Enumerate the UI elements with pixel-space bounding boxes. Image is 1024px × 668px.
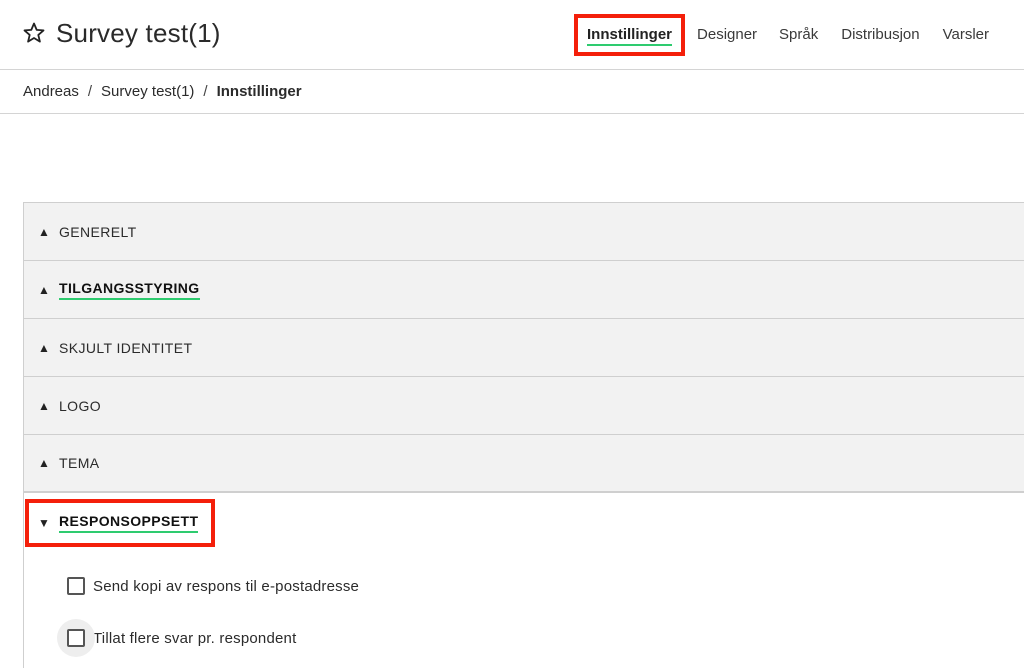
page-title: Survey test(1) — [56, 18, 221, 48]
section-tilgangsstyring[interactable]: ▲ TILGANGSSTYRING — [23, 260, 1024, 318]
tab-innstillinger[interactable]: Innstillinger — [574, 14, 686, 56]
section-generelt[interactable]: ▲ GENERELT — [23, 202, 1024, 260]
multiple-responses-checkbox[interactable] — [67, 629, 85, 647]
breadcrumb-separator: / — [203, 83, 208, 100]
star-icon[interactable] — [22, 21, 46, 45]
triangle-up-icon: ▲ — [38, 398, 50, 413]
breadcrumb: Andreas / Survey test(1) / Innstillinger — [0, 70, 1024, 114]
section-responsoppsett-panel: ▼ RESPONSOPPSETT Send kopi av respons ti… — [23, 492, 1024, 668]
triangle-up-icon: ▲ — [38, 340, 50, 355]
section-label: TEMA — [59, 455, 100, 471]
page-header: Survey test(1) Innstillinger Designer Sp… — [0, 0, 1024, 70]
triangle-up-icon: ▲ — [38, 282, 50, 297]
send-copy-checkbox[interactable] — [67, 577, 85, 595]
tab-distribusjon[interactable]: Distribusjon — [841, 14, 919, 56]
section-logo[interactable]: ▲ LOGO — [23, 376, 1024, 434]
triangle-up-icon: ▲ — [38, 456, 50, 470]
tab-designer[interactable]: Designer — [697, 14, 757, 56]
option-label: Send kopi av respons til e-postadresse — [93, 577, 360, 595]
breadcrumb-item-current: Innstillinger — [216, 83, 302, 100]
breadcrumb-separator: / — [87, 83, 93, 100]
checkbox-wrapper — [67, 577, 85, 595]
option-label: Tillat flere svar pr. respondent — [93, 629, 297, 647]
section-label: GENERELT — [59, 223, 137, 240]
section-skjult-identitet[interactable]: ▲ SKJULT IDENTITET — [23, 318, 1024, 376]
tab-bar: Innstillinger Designer Språk Distribusjo… — [574, 14, 989, 56]
section-responsoppsett[interactable]: ▼ RESPONSOPPSETT — [25, 499, 215, 547]
tab-sprak[interactable]: Språk — [779, 14, 818, 56]
section-tema[interactable]: ▲ TEMA — [23, 434, 1024, 492]
triangle-down-icon: ▼ — [38, 516, 50, 530]
section-label: LOGO — [59, 397, 102, 414]
breadcrumb-item-survey[interactable]: Survey test(1) — [101, 83, 194, 100]
triangle-up-icon: ▲ — [38, 224, 50, 239]
checkbox-wrapper — [57, 619, 95, 657]
settings-accordion: ▲ GENERELT ▲ TILGANGSSTYRING ▲ SKJULT ID… — [23, 202, 1024, 492]
breadcrumb-item-andreas[interactable]: Andreas — [23, 83, 79, 100]
section-label: TILGANGSSTYRING — [59, 280, 200, 300]
section-label: RESPONSOPPSETT — [59, 513, 199, 533]
option-send-copy[interactable]: Send kopi av respons til e-postadresse — [67, 577, 359, 595]
section-label: SKJULT IDENTITET — [59, 339, 193, 356]
option-multiple-responses[interactable]: Tillat flere svar pr. respondent — [57, 619, 297, 657]
tab-varsler[interactable]: Varsler — [943, 14, 989, 56]
